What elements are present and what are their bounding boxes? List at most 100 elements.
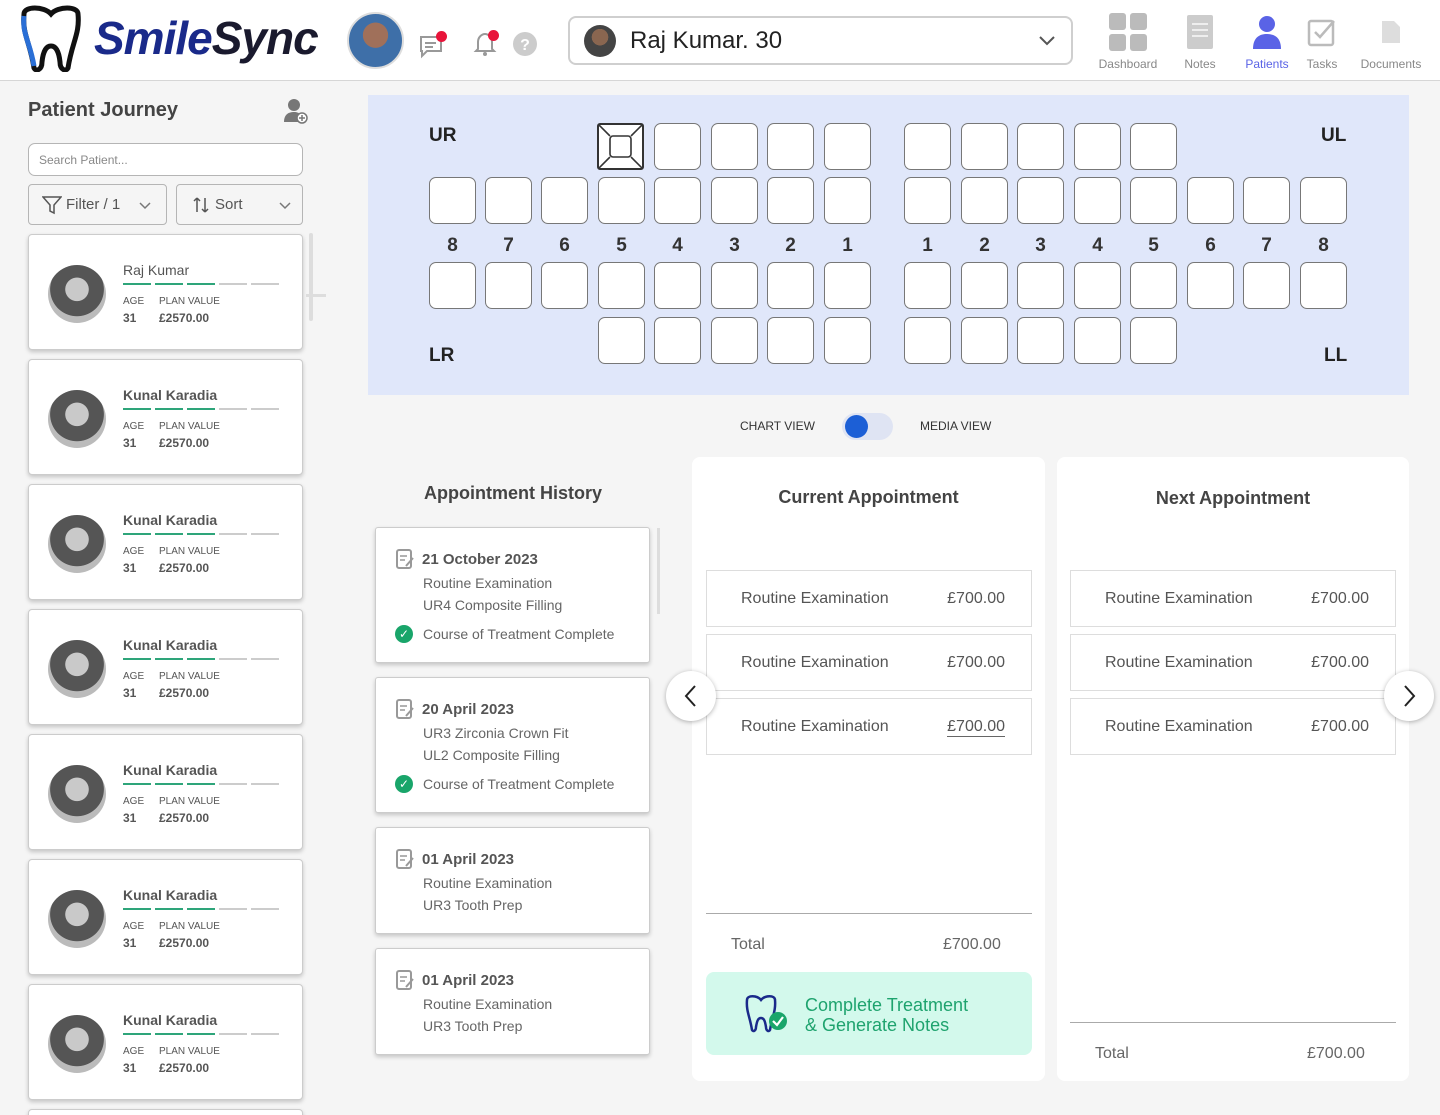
tooth-cell[interactable] [1300,262,1347,309]
history-line: UR3 Zirconia Crown Fit [423,725,569,741]
tooth-cell[interactable] [1187,262,1234,309]
tooth-cell[interactable] [485,262,532,309]
tooth-cell[interactable] [767,177,814,224]
current-item-row[interactable]: Routine Examination £700.00 [706,570,1032,627]
sidebar-scroll-handle[interactable] [306,294,326,297]
tooth-ur5-marked[interactable] [597,123,644,170]
tooth-cell[interactable] [824,317,871,364]
tooth-cell[interactable] [904,317,951,364]
sidebar-scrollbar[interactable] [309,233,313,321]
current-item-row[interactable]: Routine Examination £700.00 [706,698,1032,755]
tooth-cell[interactable] [1074,123,1121,170]
tooth-cell[interactable] [654,317,701,364]
tooth-cell[interactable] [1300,177,1347,224]
nav-dashboard[interactable]: Dashboard [1096,12,1160,71]
tooth-cell[interactable] [598,262,645,309]
tooth-cell[interactable] [961,177,1008,224]
tooth-cell[interactable] [711,262,758,309]
tooth-cell[interactable] [1074,262,1121,309]
current-item-row[interactable]: Routine Examination £700.00 [706,634,1032,691]
next-appointment-button[interactable] [1384,671,1434,721]
patient-card[interactable]: Kunal Karadia AGE PLAN VALUE 31 £2570.00 [28,734,303,850]
progress-bars [123,533,279,535]
tooth-cell[interactable] [824,262,871,309]
tooth-cell[interactable] [711,317,758,364]
history-card[interactable]: 01 April 2023 Routine Examination UR3 To… [375,948,650,1055]
tooth-cell[interactable] [824,177,871,224]
tooth-cell[interactable] [961,262,1008,309]
item-price-input[interactable]: £700.00 [947,718,1005,737]
next-item-row[interactable]: Routine Examination £700.00 [1070,698,1396,755]
tooth-cell[interactable] [1130,262,1177,309]
age-value: 31 [123,436,137,450]
tooth-cell[interactable] [1074,177,1121,224]
chevron-left-icon [684,685,696,707]
tooth-cell[interactable] [1187,177,1234,224]
tooth-cell[interactable] [429,262,476,309]
patient-name: Kunal Karadia [123,637,218,653]
tooth-cell[interactable] [767,317,814,364]
nav-notes[interactable]: Notes [1180,12,1220,71]
tooth-cell[interactable] [598,177,645,224]
nav-patients[interactable]: Patients [1242,12,1292,71]
history-card[interactable]: 21 October 2023 Routine Examination UR4 … [375,527,650,663]
tooth-cell[interactable] [767,262,814,309]
patient-card[interactable]: Kunal Karadia AGE PLAN VALUE 31 £2570.00 [28,484,303,600]
tooth-cell[interactable] [711,177,758,224]
add-patient-icon[interactable] [284,98,308,124]
tooth-cell[interactable] [1130,123,1177,170]
user-avatar[interactable] [347,12,404,69]
tooth-cell[interactable] [654,177,701,224]
next-item-row[interactable]: Routine Examination £700.00 [1070,634,1396,691]
tooth-cell[interactable] [598,317,645,364]
patient-selector[interactable]: Raj Kumar. 30 [568,16,1073,65]
patient-card[interactable]: Kunal Karadia AGE PLAN VALUE 31 £2570.00 [28,984,303,1100]
tooth-cell[interactable] [711,123,758,170]
tooth-cell[interactable] [961,317,1008,364]
tooth-cell[interactable] [485,177,532,224]
tooth-cell[interactable] [1017,177,1064,224]
patient-card[interactable]: Kunal Karadia AGE PLAN VALUE 31 £2570.00 [28,859,303,975]
tooth-cell[interactable] [767,123,814,170]
tooth-cell[interactable] [824,123,871,170]
patient-card[interactable] [28,1109,303,1115]
tooth-cell[interactable] [904,123,951,170]
patient-card[interactable]: Kunal Karadia AGE PLAN VALUE 31 £2570.00 [28,359,303,475]
tooth-cell[interactable] [904,262,951,309]
tooth-cell[interactable] [961,123,1008,170]
tooth-cell[interactable] [654,123,701,170]
next-item-row[interactable]: Routine Examination £700.00 [1070,570,1396,627]
search-patient-input[interactable] [28,143,303,176]
view-toggle[interactable] [842,413,893,440]
help-icon[interactable]: ? [512,31,538,57]
complete-treatment-button[interactable]: Complete Treatment & Generate Notes [706,972,1032,1055]
tooth-cell[interactable] [541,262,588,309]
history-card[interactable]: 01 April 2023 Routine Examination UR3 To… [375,827,650,934]
tooth-cell[interactable] [904,177,951,224]
plan-value: £2570.00 [159,686,210,700]
patient-card[interactable]: Raj Kumar AGE PLAN VALUE 31 £2570.00 [28,234,303,350]
tooth-cell[interactable] [1017,317,1064,364]
filter-button[interactable]: Filter / 1 [28,184,167,225]
history-scrollbar[interactable] [657,528,660,614]
sort-button[interactable]: Sort [176,184,303,225]
prev-appointment-button[interactable] [666,671,716,721]
patient-name: Kunal Karadia [123,762,218,778]
tooth-cell[interactable] [1243,262,1290,309]
tooth-cell[interactable] [541,177,588,224]
patient-card[interactable]: Kunal Karadia AGE PLAN VALUE 31 £2570.00 [28,609,303,725]
nav-documents[interactable]: Documents [1356,12,1426,71]
tooth-cell[interactable] [654,262,701,309]
tooth-cell[interactable] [1017,123,1064,170]
notification-dot [488,30,499,41]
tooth-cell[interactable] [1130,317,1177,364]
tooth-cell[interactable] [1130,177,1177,224]
tooth-cell[interactable] [1074,317,1121,364]
tooth-cell[interactable] [1243,177,1290,224]
app-logo[interactable]: SmileSync [16,4,319,72]
history-card[interactable]: 20 April 2023 UR3 Zirconia Crown Fit UL2… [375,677,650,813]
tooth-cell[interactable] [429,177,476,224]
progress-bars [123,908,279,910]
tooth-cell[interactable] [1017,262,1064,309]
nav-tasks[interactable]: Tasks [1302,12,1342,71]
